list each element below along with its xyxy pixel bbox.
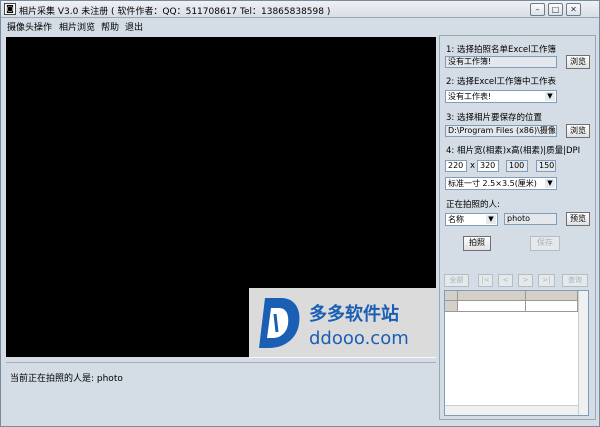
grid-cell[interactable] bbox=[526, 301, 578, 312]
shoot-button[interactable]: 拍照 bbox=[463, 236, 491, 251]
chevron-down-icon: ▼ bbox=[545, 179, 555, 188]
grid-header-cell[interactable] bbox=[526, 291, 578, 301]
title-bar: ◙ 相片采集 V3.0 未注册 ( 软件作者：QQ：511708617 Tel：… bbox=[1, 1, 599, 18]
step1-label: 1: 选择拍照名单Excel工作簿 bbox=[446, 45, 556, 55]
quality-input[interactable]: 100 bbox=[506, 160, 528, 172]
save-button[interactable]: 保存 bbox=[530, 236, 560, 251]
watermark-en: ddooo.com bbox=[309, 328, 409, 349]
browse-path-button[interactable]: 浏览 bbox=[566, 124, 590, 138]
grid-header-cell[interactable] bbox=[458, 291, 526, 301]
save-path-field[interactable]: D:\Program Files (x86)\摄像 bbox=[445, 125, 557, 137]
data-grid[interactable] bbox=[444, 290, 589, 416]
status-area: 当前正在拍照的人是: photo bbox=[6, 362, 436, 418]
times-sign: x bbox=[470, 161, 476, 171]
sheet-select-value: 没有工作表! bbox=[448, 92, 492, 101]
menu-photo-browse[interactable]: 相片浏览 bbox=[59, 20, 95, 33]
close-button[interactable]: ✕ bbox=[566, 3, 581, 16]
nav-first-button[interactable]: |< bbox=[478, 274, 493, 287]
size-preset-value: 标准一寸 2.5×3.5(厘米) bbox=[448, 179, 537, 188]
preview-button[interactable]: 预览 bbox=[566, 212, 590, 226]
width-input[interactable]: 220 bbox=[445, 160, 467, 172]
step3-label: 3: 选择相片要保存的位置 bbox=[446, 113, 542, 123]
nav-all-button[interactable]: 全部 bbox=[444, 274, 469, 287]
window-title: 相片采集 V3.0 未注册 ( 软件作者：QQ：511708617 Tel：13… bbox=[19, 7, 331, 17]
grid-vertical-scrollbar[interactable] bbox=[578, 291, 588, 415]
nav-last-button[interactable]: >| bbox=[538, 274, 555, 287]
menu-help[interactable]: 帮助 bbox=[101, 20, 119, 33]
nav-next-button[interactable]: > bbox=[518, 274, 533, 287]
sheet-select[interactable]: 没有工作表! ▼ bbox=[445, 90, 557, 103]
nav-query-button[interactable]: 查询 bbox=[562, 274, 588, 287]
grid-cell[interactable] bbox=[458, 301, 526, 312]
ddooo-logo-icon bbox=[259, 298, 300, 348]
maximize-button[interactable]: □ bbox=[548, 3, 563, 16]
height-input[interactable]: 320 bbox=[477, 160, 499, 172]
dpi-input[interactable]: 150 bbox=[536, 160, 556, 172]
status-text: 当前正在拍照的人是: photo bbox=[10, 374, 123, 384]
person-field[interactable]: photo bbox=[504, 213, 557, 225]
chevron-down-icon: ▼ bbox=[486, 215, 496, 224]
app-window: ◙ 相片采集 V3.0 未注册 ( 软件作者：QQ：511708617 Tel：… bbox=[0, 0, 600, 427]
camera-app-icon: ◙ bbox=[4, 3, 16, 15]
grid-horizontal-scrollbar[interactable] bbox=[445, 405, 578, 415]
watermark: 多多软件站 ddooo.com bbox=[249, 288, 436, 358]
step2-label: 2: 选择Excel工作簿中工作表 bbox=[446, 77, 556, 87]
step4-label: 4: 相片宽(相素)x高(相素)|质量|DPI bbox=[446, 146, 581, 156]
field-select[interactable]: 名称 ▼ bbox=[445, 213, 498, 226]
menu-camera[interactable]: 摄像头操作 bbox=[7, 20, 52, 33]
current-person-label: 正在拍照的人: bbox=[446, 200, 500, 210]
grid-row-header[interactable] bbox=[445, 301, 458, 312]
workbook-field: 没有工作簿! bbox=[445, 56, 557, 68]
size-preset-select[interactable]: 标准一寸 2.5×3.5(厘米) ▼ bbox=[445, 177, 557, 190]
field-select-value: 名称 bbox=[448, 215, 464, 224]
watermark-cn: 多多软件站 bbox=[309, 304, 399, 325]
nav-prev-button[interactable]: < bbox=[498, 274, 513, 287]
minimize-button[interactable]: – bbox=[530, 3, 545, 16]
menu-exit[interactable]: 退出 bbox=[125, 20, 143, 33]
grid-corner bbox=[445, 291, 458, 301]
browse-workbook-button[interactable]: 浏览 bbox=[566, 55, 590, 69]
chevron-down-icon: ▼ bbox=[545, 92, 555, 101]
menu-bar: 摄像头操作 相片浏览 帮助 退出 bbox=[1, 18, 599, 33]
